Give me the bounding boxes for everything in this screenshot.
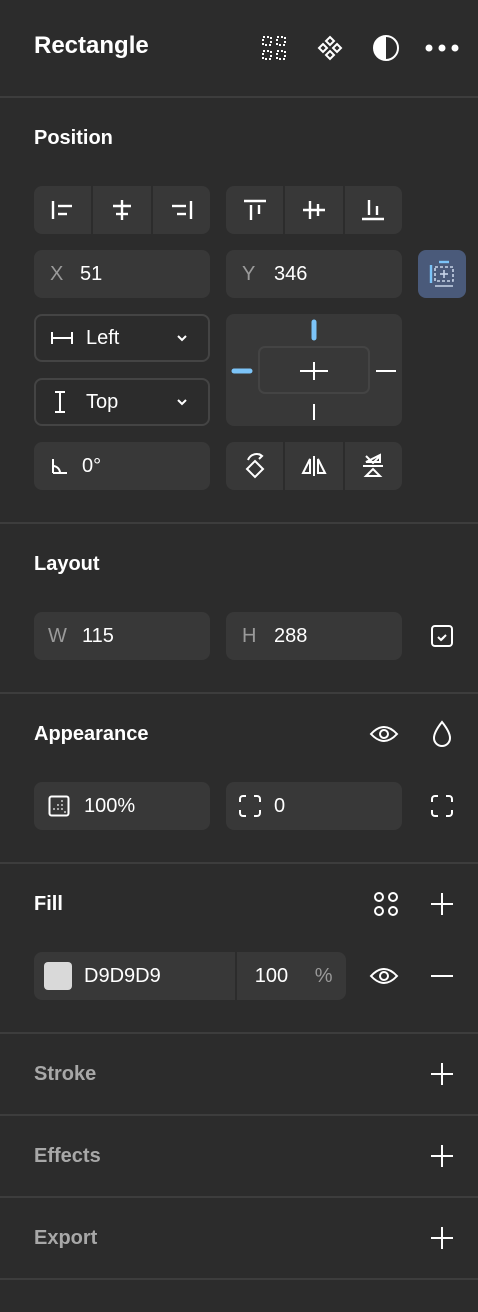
- x-value[interactable]: 51: [80, 263, 102, 286]
- drop-icon[interactable]: [428, 718, 456, 750]
- width-field[interactable]: W 115: [34, 612, 210, 660]
- x-field[interactable]: X 51: [34, 250, 210, 298]
- h-label: H: [242, 624, 257, 647]
- vertical-constraint-select[interactable]: Top: [34, 378, 210, 426]
- divider: [0, 1278, 478, 1280]
- vertical-align-group: [226, 186, 402, 234]
- vertical-constraint-icon: [52, 390, 86, 414]
- corner-radius-field[interactable]: 0: [226, 782, 402, 830]
- layer-name[interactable]: Rectangle: [34, 32, 149, 60]
- y-label: Y: [242, 262, 256, 285]
- w-label: W: [48, 624, 67, 647]
- align-horizontal-center-button[interactable]: [91, 186, 150, 234]
- divider: [0, 1114, 478, 1116]
- add-fill-icon[interactable]: [428, 890, 456, 918]
- divider: [0, 522, 478, 524]
- flip-vertical-button[interactable]: [342, 442, 402, 490]
- constraints-widget: [226, 314, 402, 426]
- divider: [0, 1196, 478, 1198]
- more-icon[interactable]: [424, 34, 460, 62]
- fill-row: D9D9D9 100 %: [34, 952, 346, 1000]
- fill-hex-value[interactable]: D9D9D9: [84, 965, 161, 988]
- fill-opacity-value[interactable]: 100: [255, 965, 315, 988]
- fill-opacity-field[interactable]: 100 %: [234, 952, 346, 1000]
- fill-swatch[interactable]: [44, 962, 72, 990]
- horizontal-constraint-select[interactable]: Left: [34, 314, 210, 362]
- opacity-value[interactable]: 100%: [84, 795, 135, 818]
- chevron-down-icon: [176, 334, 188, 342]
- align-right-button[interactable]: [150, 186, 210, 234]
- grid-dots-icon[interactable]: [258, 34, 290, 62]
- divider: [0, 96, 478, 98]
- add-effect-icon[interactable]: [428, 1142, 456, 1170]
- rotation-field[interactable]: 0°: [34, 442, 210, 490]
- eye-icon[interactable]: [368, 720, 400, 748]
- rotate-button[interactable]: [226, 442, 283, 490]
- effects-section-title[interactable]: Effects: [34, 1145, 101, 1168]
- properties-panel: Rectangle Position X 51 Y 346 Left Top 0…: [0, 0, 478, 1312]
- align-left-button[interactable]: [34, 186, 91, 234]
- corner-radius-value[interactable]: 0: [274, 795, 285, 818]
- export-section-title[interactable]: Export: [34, 1227, 97, 1250]
- x-label: X: [50, 262, 64, 285]
- position-section-title: Position: [34, 127, 113, 149]
- independent-corners-icon[interactable]: [428, 792, 456, 820]
- divider: [0, 1032, 478, 1034]
- align-vertical-center-button[interactable]: [283, 186, 342, 234]
- angle-icon: [50, 457, 82, 475]
- y-value[interactable]: 346: [274, 263, 307, 286]
- percent-label: %: [314, 964, 333, 987]
- stroke-section-title[interactable]: Stroke: [34, 1063, 96, 1086]
- eye-icon[interactable]: [368, 962, 400, 990]
- horizontal-constraint-icon: [50, 330, 86, 346]
- chevron-down-icon: [176, 398, 188, 406]
- appearance-section-title: Appearance: [34, 723, 149, 745]
- styles-icon[interactable]: [370, 890, 402, 918]
- horizontal-constraint-value: Left: [86, 326, 120, 349]
- remove-fill-icon[interactable]: [428, 962, 456, 990]
- rotation-value[interactable]: 0°: [82, 455, 101, 478]
- width-value[interactable]: 115: [82, 625, 114, 648]
- vertical-constraint-value: Top: [86, 390, 119, 413]
- component-icon[interactable]: [314, 34, 346, 62]
- fill-section-title: Fill: [34, 893, 63, 915]
- constraints-toggle-button[interactable]: [418, 250, 466, 298]
- align-top-button[interactable]: [226, 186, 283, 234]
- transform-group: [226, 442, 402, 490]
- divider: [0, 692, 478, 694]
- y-field[interactable]: Y 346: [226, 250, 402, 298]
- layout-section-title: Layout: [34, 553, 100, 575]
- height-value[interactable]: 288: [274, 625, 307, 648]
- height-field[interactable]: H 288: [226, 612, 402, 660]
- add-export-icon[interactable]: [428, 1224, 456, 1252]
- corner-radius-icon: [238, 794, 274, 818]
- fill-color-field[interactable]: D9D9D9: [34, 952, 235, 1000]
- align-bottom-button[interactable]: [342, 186, 402, 234]
- opacity-field[interactable]: 100%: [34, 782, 210, 830]
- contrast-icon[interactable]: [370, 34, 402, 62]
- add-stroke-icon[interactable]: [428, 1060, 456, 1088]
- opacity-icon: [48, 795, 84, 817]
- divider: [0, 862, 478, 864]
- horizontal-align-group: [34, 186, 210, 234]
- resize-to-fit-icon[interactable]: [428, 622, 456, 650]
- flip-horizontal-button[interactable]: [283, 442, 342, 490]
